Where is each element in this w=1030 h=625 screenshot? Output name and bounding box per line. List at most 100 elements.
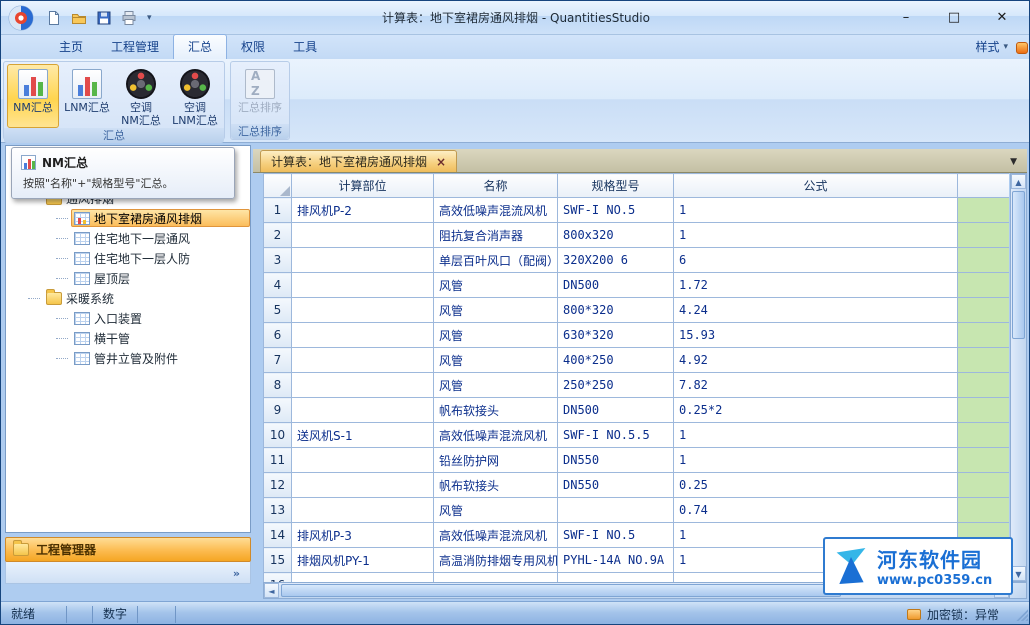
row-number[interactable]: 4 xyxy=(264,273,292,298)
cell-part[interactable] xyxy=(292,348,434,373)
tree-item[interactable]: 住宅地下一层人防 xyxy=(6,248,250,268)
cell-extra[interactable] xyxy=(958,473,1010,498)
tab-close-icon[interactable]: × xyxy=(436,155,446,169)
minimize-button[interactable]: – xyxy=(893,10,919,25)
cell-name[interactable]: 风管 xyxy=(434,273,558,298)
col-header-spec[interactable]: 规格型号 xyxy=(558,174,674,198)
table-row[interactable]: 12 帆布软接头 DN550 0.25 xyxy=(264,473,1010,498)
col-header-part[interactable]: 计算部位 xyxy=(292,174,434,198)
project-manager-header[interactable]: 工程管理器 xyxy=(5,537,251,562)
cell-name[interactable]: 阻抗复合消声器 xyxy=(434,223,558,248)
cell-spec[interactable]: PYHL-14A NO.9A xyxy=(558,548,674,573)
cell-part[interactable]: 排风机P-2 xyxy=(292,198,434,223)
cell-spec[interactable]: 630*320 xyxy=(558,323,674,348)
table-row[interactable]: 8 风管 250*250 7.82 xyxy=(264,373,1010,398)
cell-formula[interactable]: 0.25*2 xyxy=(674,398,958,423)
ribbon-tab[interactable]: 权限 xyxy=(227,35,279,59)
cell-extra[interactable] xyxy=(958,373,1010,398)
cell-formula[interactable]: 1 xyxy=(674,423,958,448)
table-row[interactable]: 6 风管 630*320 15.93 xyxy=(264,323,1010,348)
cell-extra[interactable] xyxy=(958,498,1010,523)
cell-extra[interactable] xyxy=(958,348,1010,373)
row-number[interactable]: 15 xyxy=(264,548,292,573)
cell-extra[interactable] xyxy=(958,223,1010,248)
close-button[interactable]: ✕ xyxy=(989,10,1015,25)
row-number[interactable]: 3 xyxy=(264,248,292,273)
table-row[interactable]: 5 风管 800*320 4.24 xyxy=(264,298,1010,323)
new-document-icon[interactable] xyxy=(44,8,64,28)
cell-extra[interactable] xyxy=(958,298,1010,323)
cell-spec[interactable]: DN550 xyxy=(558,473,674,498)
print-icon[interactable] xyxy=(119,8,139,28)
table-row[interactable]: 4 风管 DN500 1.72 xyxy=(264,273,1010,298)
row-number[interactable]: 16 xyxy=(264,573,292,583)
row-number[interactable]: 5 xyxy=(264,298,292,323)
row-number[interactable]: 6 xyxy=(264,323,292,348)
resize-grip[interactable] xyxy=(1015,608,1028,621)
tree-item[interactable]: 地下室裙房通风排烟 xyxy=(6,208,250,228)
cell-formula[interactable]: 6 xyxy=(674,248,958,273)
vertical-scrollbar-thumb[interactable] xyxy=(1012,191,1025,339)
cell-spec[interactable]: DN500 xyxy=(558,398,674,423)
cell-part[interactable] xyxy=(292,248,434,273)
cell-spec[interactable]: SWF-I NO.5 xyxy=(558,198,674,223)
style-dropdown[interactable]: 样式 ▾ xyxy=(975,38,1016,59)
select-all-corner[interactable] xyxy=(264,174,292,198)
cell-name[interactable]: 风管 xyxy=(434,498,558,523)
table-row[interactable]: 7 风管 400*250 4.92 xyxy=(264,348,1010,373)
cell-part[interactable]: 排烟风机PY-1 xyxy=(292,548,434,573)
ribbon-button[interactable]: 空调 NM汇总 xyxy=(115,64,167,128)
cell-part[interactable] xyxy=(292,573,434,583)
cell-part[interactable] xyxy=(292,323,434,348)
qat-customize-arrow-icon[interactable]: ▾ xyxy=(147,13,152,23)
cell-formula[interactable]: 7.82 xyxy=(674,373,958,398)
cell-name[interactable]: 高效低噪声混流风机 xyxy=(434,423,558,448)
cell-extra[interactable] xyxy=(958,398,1010,423)
cell-extra[interactable] xyxy=(958,248,1010,273)
cell-spec[interactable]: 800x320 xyxy=(558,223,674,248)
cell-name[interactable]: 风管 xyxy=(434,298,558,323)
cell-name[interactable]: 铅丝防护网 xyxy=(434,448,558,473)
ribbon-button[interactable]: 汇总排序 xyxy=(234,64,286,124)
cell-extra[interactable] xyxy=(958,198,1010,223)
cell-spec[interactable] xyxy=(558,498,674,523)
tree-item[interactable]: 横干管 xyxy=(6,328,250,348)
table-row[interactable]: 3 单层百叶风口（配阀） 320X200 6 6 xyxy=(264,248,1010,273)
row-number[interactable]: 14 xyxy=(264,523,292,548)
cell-part[interactable] xyxy=(292,273,434,298)
ribbon-button[interactable]: NM汇总 xyxy=(7,64,59,128)
cell-formula[interactable]: 0.74 xyxy=(674,498,958,523)
cell-spec[interactable]: 800*320 xyxy=(558,298,674,323)
cell-part[interactable] xyxy=(292,223,434,248)
cell-formula[interactable]: 1 xyxy=(674,448,958,473)
maximize-button[interactable]: □ xyxy=(941,10,967,25)
row-number[interactable]: 11 xyxy=(264,448,292,473)
tree-item[interactable]: 入口装置 xyxy=(6,308,250,328)
scroll-down-icon[interactable]: ▼ xyxy=(1011,566,1026,581)
cell-spec[interactable]: 400*250 xyxy=(558,348,674,373)
cell-spec[interactable]: DN550 xyxy=(558,448,674,473)
cell-part[interactable] xyxy=(292,398,434,423)
cell-extra[interactable] xyxy=(958,448,1010,473)
cell-formula[interactable]: 4.92 xyxy=(674,348,958,373)
cell-name[interactable]: 高效低噪声混流风机 xyxy=(434,198,558,223)
cell-spec[interactable]: 250*250 xyxy=(558,373,674,398)
col-header-extra[interactable] xyxy=(958,174,1010,198)
cell-formula[interactable]: 4.24 xyxy=(674,298,958,323)
cell-formula[interactable]: 1 xyxy=(674,223,958,248)
cell-spec[interactable]: DN500 xyxy=(558,273,674,298)
cell-extra[interactable] xyxy=(958,423,1010,448)
row-number[interactable]: 13 xyxy=(264,498,292,523)
scroll-up-icon[interactable]: ▲ xyxy=(1011,174,1026,189)
vertical-scrollbar[interactable]: ▲ ▼ xyxy=(1010,173,1027,582)
row-number[interactable]: 12 xyxy=(264,473,292,498)
ribbon-tab[interactable]: 工程管理 xyxy=(97,35,173,59)
cell-name[interactable] xyxy=(434,573,558,583)
cell-name[interactable]: 风管 xyxy=(434,373,558,398)
cell-spec[interactable] xyxy=(558,573,674,583)
cell-extra[interactable] xyxy=(958,273,1010,298)
table-row[interactable]: 1 排风机P-2 高效低噪声混流风机 SWF-I NO.5 1 xyxy=(264,198,1010,223)
app-corner-icon[interactable] xyxy=(1016,42,1028,54)
cell-name[interactable]: 帆布软接头 xyxy=(434,398,558,423)
ribbon-button[interactable]: 空调 LNM汇总 xyxy=(169,64,221,128)
